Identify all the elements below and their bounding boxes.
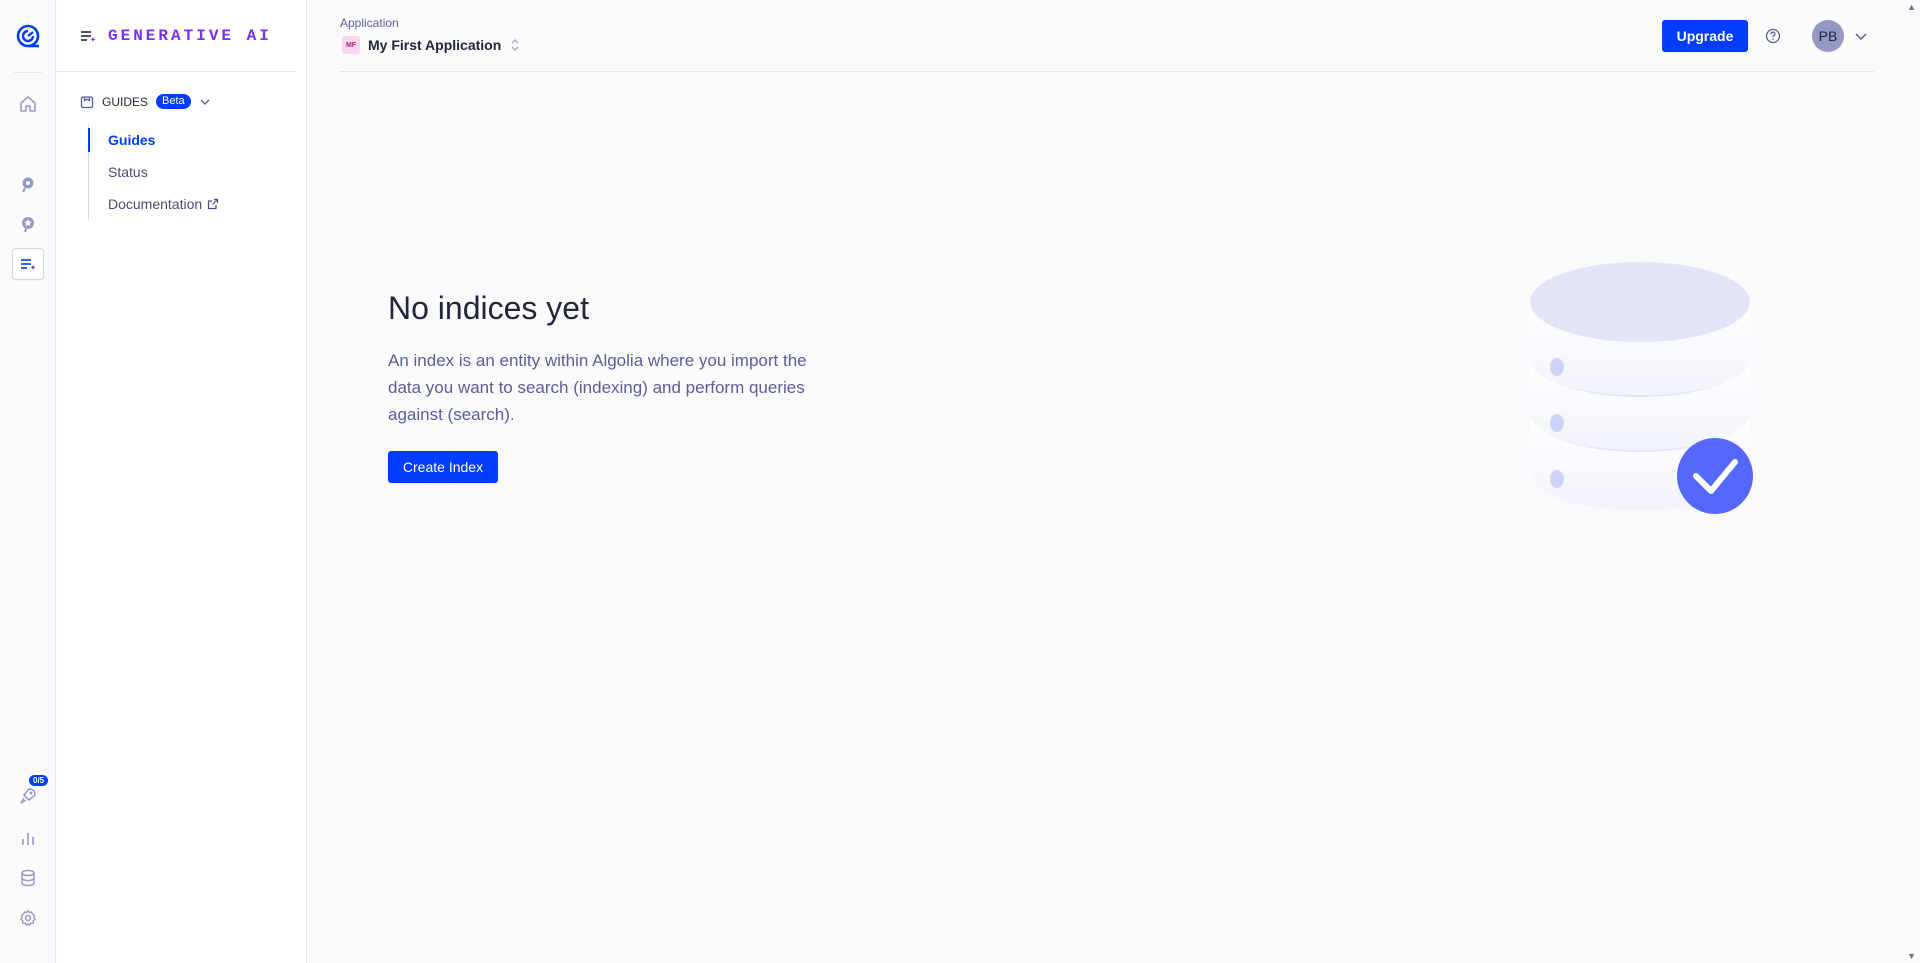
empty-state: No indices yet An index is an entity wit… xyxy=(388,290,828,483)
upgrade-button[interactable]: Upgrade xyxy=(1662,20,1748,52)
rail-divider xyxy=(14,72,42,73)
page-title: No indices yet xyxy=(388,290,589,326)
sidebar-item-label: Status xyxy=(108,164,148,180)
scroll-down-arrow[interactable]: ▼ xyxy=(1907,951,1916,961)
sidebar-item-documentation[interactable]: Documentation xyxy=(89,188,288,220)
product-brand[interactable]: GENERATIVE AI xyxy=(80,27,272,45)
sidebar-item-label: Documentation xyxy=(108,196,203,212)
data-sources-icon[interactable] xyxy=(12,862,44,894)
application-selector[interactable]: MF My First Application xyxy=(342,36,521,54)
external-link-icon xyxy=(208,198,219,210)
generative-ai-icon[interactable] xyxy=(12,248,44,280)
recommend-icon[interactable] xyxy=(12,208,44,240)
beta-badge: Beta xyxy=(156,94,191,109)
settings-gear-icon[interactable] xyxy=(12,902,44,934)
chevron-down-icon xyxy=(1855,33,1867,41)
algolia-logo-icon[interactable] xyxy=(12,20,44,52)
help-icon[interactable] xyxy=(1764,27,1782,50)
database-illustration xyxy=(1520,262,1760,527)
product-name: GENERATIVE AI xyxy=(108,27,272,45)
application-label: Application xyxy=(340,16,399,30)
chevron-down-icon xyxy=(200,99,210,105)
sidebar-item-status[interactable]: Status xyxy=(89,156,288,188)
guides-nav: Guides Status Documentation xyxy=(88,124,288,220)
product-sidebar: GENERATIVE AI GUIDES Beta Guides Status … xyxy=(56,0,307,963)
search-icon[interactable] xyxy=(12,168,44,200)
application-avatar: MF xyxy=(342,36,360,54)
sidebar-item-guides[interactable]: Guides xyxy=(88,124,288,156)
guides-icon xyxy=(80,95,94,108)
icon-rail: 0/5 xyxy=(0,0,56,963)
scroll-up-arrow[interactable]: ▲ xyxy=(1907,2,1916,12)
home-icon[interactable] xyxy=(12,88,44,120)
generative-ai-icon xyxy=(81,31,96,42)
avatar: PB xyxy=(1812,20,1844,52)
create-index-button[interactable]: Create Index xyxy=(388,451,498,483)
analytics-icon[interactable] xyxy=(12,822,44,854)
empty-state-description: An index is an entity within Algolia whe… xyxy=(388,351,807,424)
top-header: Application MF My First Application Upgr… xyxy=(340,0,1874,72)
section-label: GUIDES xyxy=(102,94,149,109)
sidebar-item-label: Guides xyxy=(108,132,156,148)
guides-section-toggle[interactable]: GUIDES Beta xyxy=(80,94,211,109)
user-menu[interactable]: PB xyxy=(1812,20,1868,52)
onboarding-progress-badge: 0/5 xyxy=(29,775,49,786)
selector-chevrons-icon xyxy=(511,39,519,51)
application-name: My First Application xyxy=(368,37,502,53)
sidebar-divider xyxy=(56,71,296,72)
